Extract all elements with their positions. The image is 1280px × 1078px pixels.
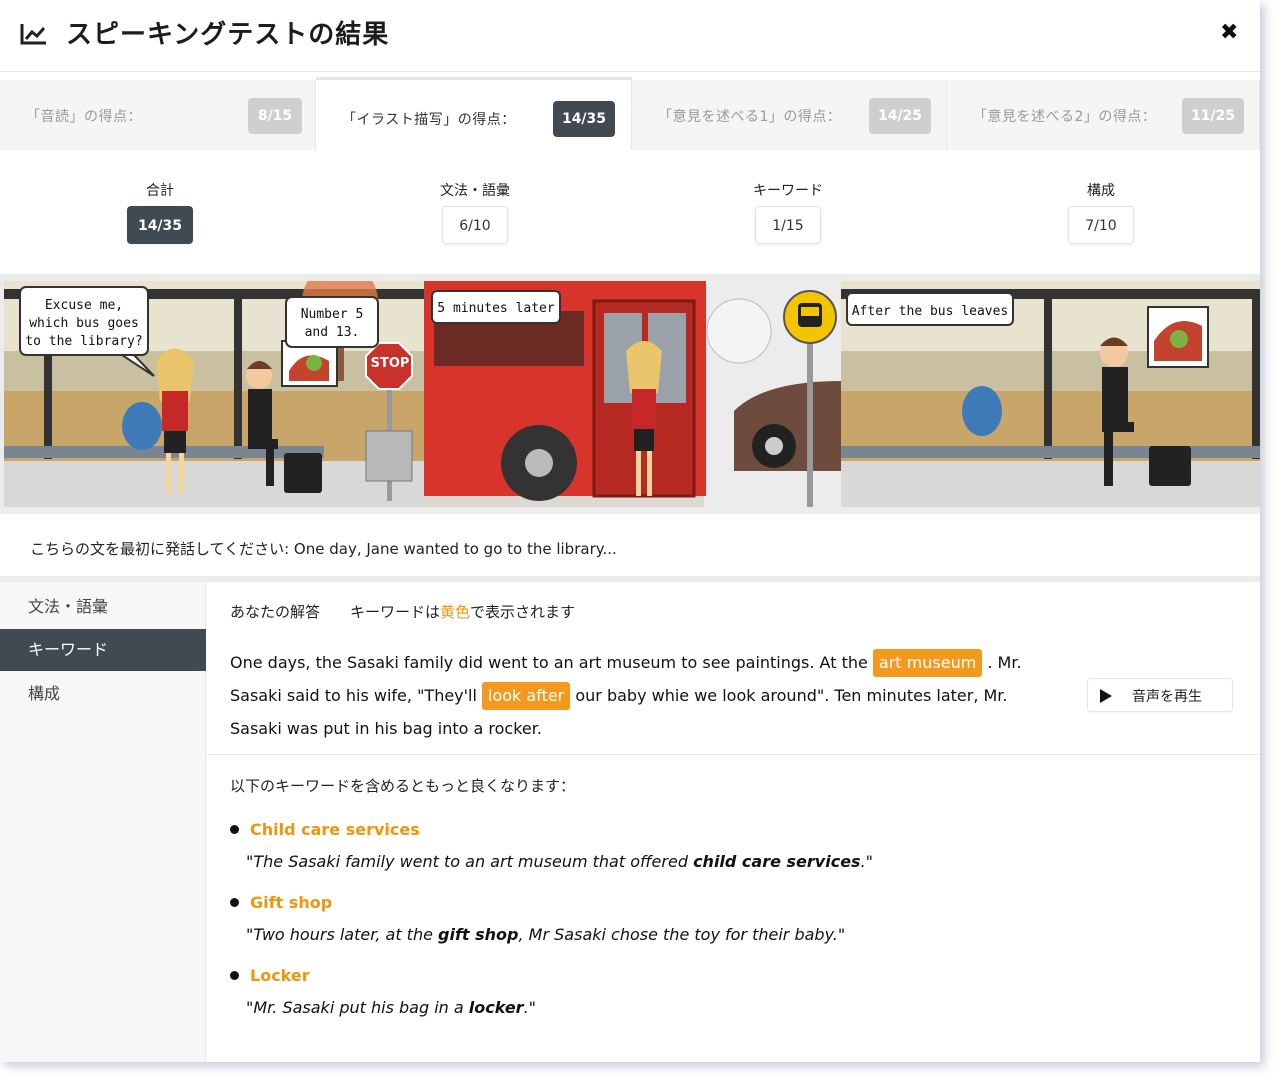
tab-label: 「意見を述べる1」の得点： (658, 109, 842, 125)
score-summary: 合計 14/35 文法・語彙 6/10 キーワード 1/15 構成 7/10 (0, 150, 1260, 274)
comic-strip: Excuse me, which bus goes to the library… (4, 281, 1260, 507)
comic-caption-3: After the bus leaves (852, 304, 1009, 319)
summary-label: キーワード (753, 183, 823, 199)
tab-score-badge: 14/25 (869, 98, 931, 134)
keyword-name: Child care services (250, 820, 420, 839)
summary-total: 合計 14/35 (80, 180, 240, 244)
tab-opinion-1[interactable]: 「意見を述べる1」の得点： 14/25 (632, 80, 947, 150)
page-title: スピーキングテストの結果 (66, 20, 390, 50)
answer-text: One days, the Sasaki family did went to … (230, 646, 1050, 745)
comic-bubble-2-line-1: Number 5 (301, 307, 364, 322)
summary-structure: 構成 7/10 (1021, 180, 1181, 244)
feedback-sidebar: 文法・語彙 キーワード 構成 (0, 582, 206, 1062)
tab-opinion-2[interactable]: 「意見を述べる2」の得点： 11/25 (947, 80, 1260, 150)
comic-panel-1: Excuse me, which bus goes to the library… (4, 281, 424, 507)
feedback-content: あなたの解答 キーワードは黄色で表示されます One days, the Sasa… (207, 582, 1260, 1062)
summary-score: 1/15 (755, 206, 821, 244)
keyword-highlight: art museum (872, 649, 983, 677)
comic-bubble-1-line-3: to the library? (25, 334, 142, 349)
tab-label: 「音読」の得点： (26, 109, 142, 125)
play-icon (1100, 689, 1112, 703)
bullet-icon (230, 971, 239, 980)
keyword-example: "The Sasaki family went to an art museum… (246, 852, 874, 871)
tab-reading[interactable]: 「音読」の得点： 8/15 (0, 80, 316, 150)
keyword-color-word: 黄色 (440, 603, 471, 621)
comic-caption-2: 5 minutes later (437, 301, 555, 316)
content-divider (207, 754, 1260, 755)
comic-panel-3: After the bus leaves (841, 281, 1260, 507)
keyword-name: Locker (250, 966, 310, 985)
comic-bubble-1-line-1: Excuse me, (45, 298, 123, 313)
sidebar-item-structure[interactable]: 構成 (0, 673, 206, 715)
stop-sign-text: STOP (371, 356, 410, 371)
summary-label: 構成 (1087, 183, 1115, 199)
tab-label: 「イラスト描写」の得点： (342, 112, 516, 128)
answer-header: あなたの解答 キーワードは黄色で表示されます (230, 601, 575, 622)
keyword-highlight: look after (482, 682, 571, 710)
tab-illustration[interactable]: 「イラスト描写」の得点： 14/35 (316, 77, 632, 150)
first-sentence-prompt: こちらの文を最初に発話してください: One day, Jane wanted … (0, 514, 1260, 576)
summary-score: 14/35 (127, 206, 193, 244)
tab-score-badge: 8/15 (248, 98, 302, 134)
tab-label: 「意見を述べる2」の得点： (973, 109, 1157, 125)
tab-score-badge: 11/25 (1182, 98, 1244, 134)
comic-bubble-2-line-2: and 13. (305, 325, 360, 340)
answer-segment: One days, the Sasaki family did went to … (230, 653, 873, 672)
section-tabs: 「音読」の得点： 8/15 「イラスト描写」の得点： 14/35 「意見を述べる… (0, 77, 1260, 150)
sidebar-item-keywords[interactable]: キーワード (0, 629, 206, 671)
summary-score: 7/10 (1068, 206, 1134, 244)
keyword-example: "Two hours later, at the gift shop, Mr S… (246, 925, 846, 944)
summary-label: 合計 (146, 183, 174, 199)
play-audio-label: 音声を再生 (1132, 689, 1202, 705)
close-icon[interactable]: ✖ (1220, 20, 1238, 45)
summary-keywords: キーワード 1/15 (708, 180, 868, 244)
sidebar-item-grammar[interactable]: 文法・語彙 (0, 586, 206, 628)
keyword-note: キーワードは黄色で表示されます (350, 603, 576, 621)
bullet-icon (230, 898, 239, 907)
play-audio-button[interactable]: 音声を再生 (1087, 678, 1233, 712)
modal-header: スピーキングテストの結果 ✖ (0, 0, 1260, 72)
chart-line-icon (20, 24, 46, 45)
tab-score-badge: 14/35 (553, 101, 615, 137)
prompt-text: こちらの文を最初に発話してください: One day, Jane wanted … (30, 540, 617, 558)
summary-score: 6/10 (442, 206, 508, 244)
keyword-tip: 以下のキーワードを含めるともっと良くなります： (230, 777, 576, 795)
summary-grammar: 文法・語彙 6/10 (395, 180, 555, 244)
answer-label: あなたの解答 (230, 603, 321, 621)
summary-label: 文法・語彙 (440, 183, 510, 199)
keyword-example: "Mr. Sasaki put his bag in a locker." (246, 998, 537, 1017)
bullet-icon (230, 825, 239, 834)
results-modal: スピーキングテストの結果 ✖ 「音読」の得点： 8/15 「イラスト描写」の得点… (0, 0, 1260, 1062)
comic-bubble-1-line-2: which bus goes (29, 316, 139, 331)
comic-panel-2: 5 minutes later (424, 281, 841, 507)
keyword-name: Gift shop (250, 893, 333, 912)
